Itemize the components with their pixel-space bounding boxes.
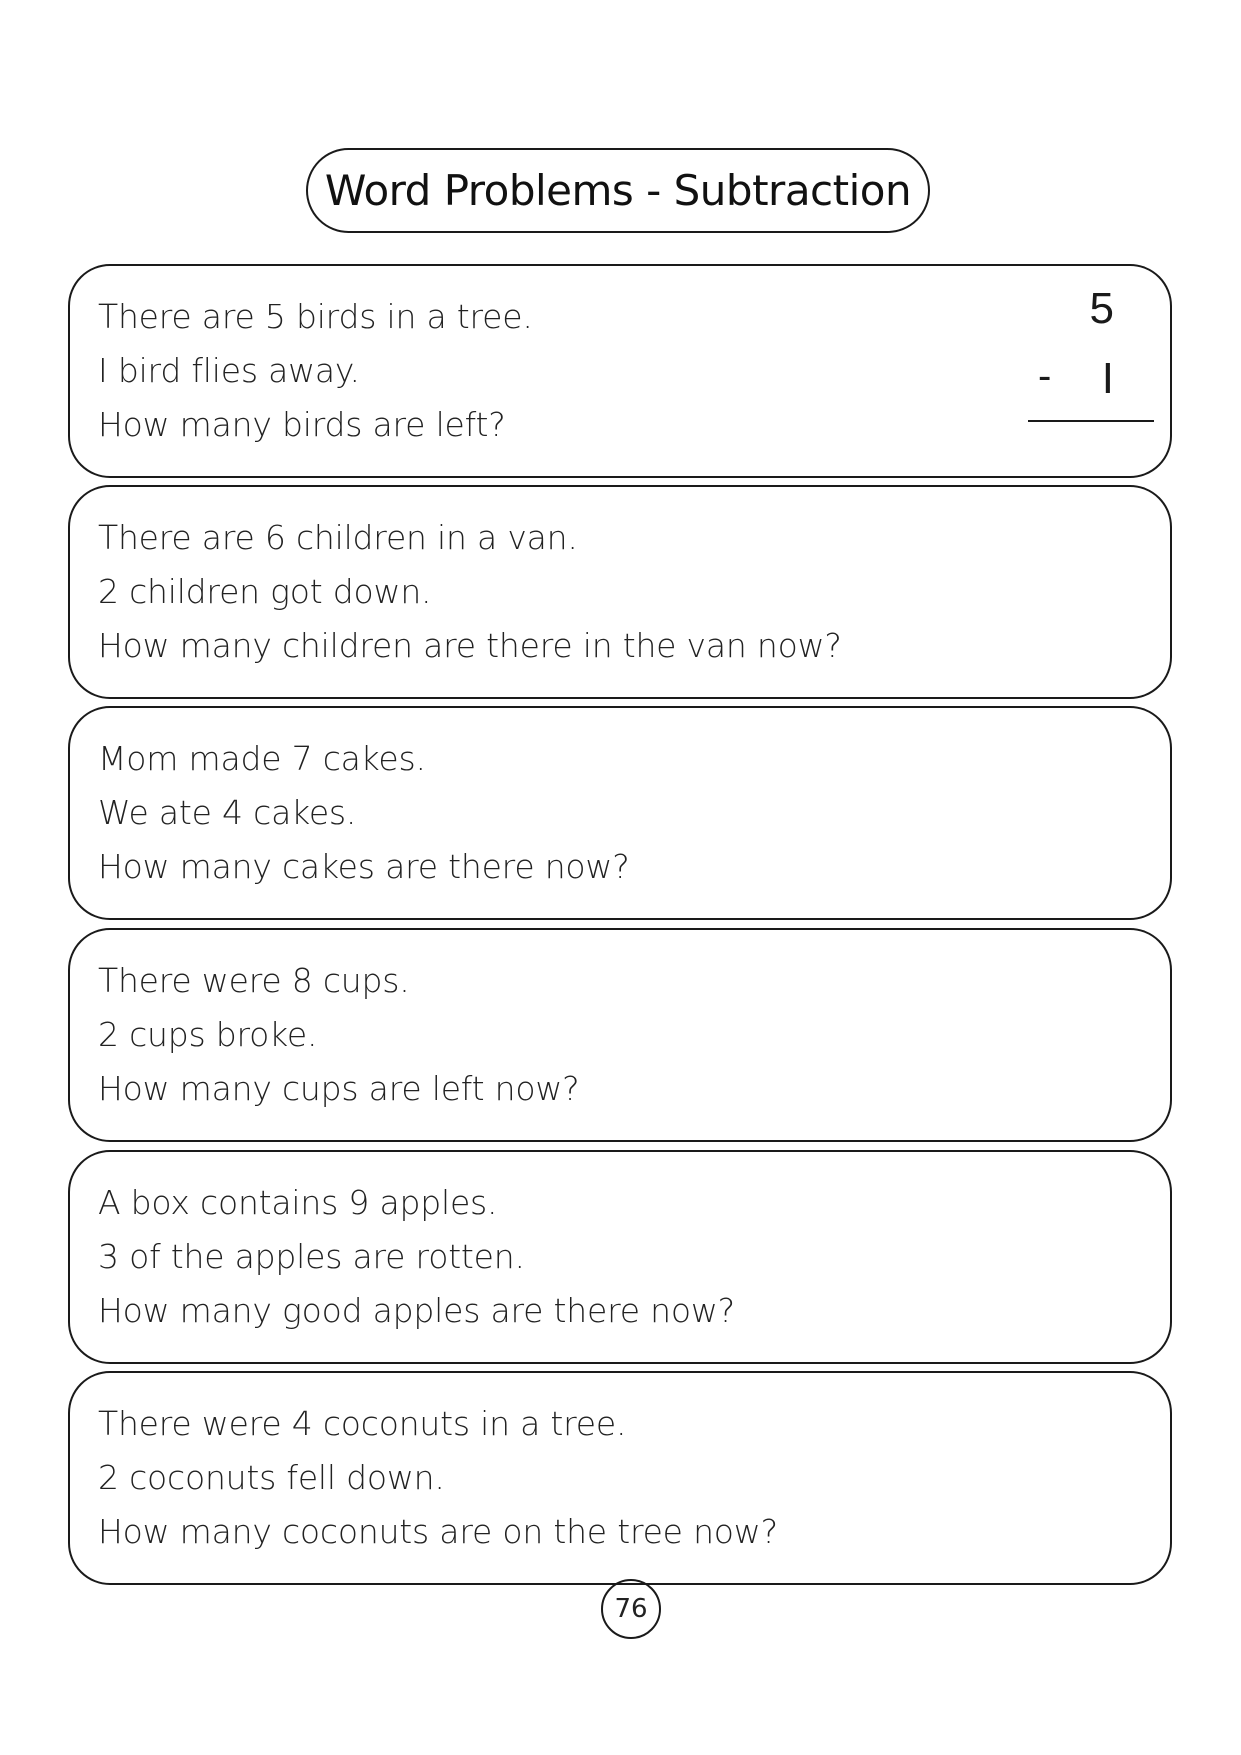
problem-question: How many coconuts are on the tree now? (98, 1512, 778, 1551)
problem-card-4: There were 8 cups. 2 cups broke. How man… (68, 928, 1172, 1142)
calc-minus-sign: - (1038, 354, 1052, 398)
problem-question: How many birds are left? (98, 405, 506, 444)
problem-question: How many children are there in the van n… (98, 626, 842, 665)
page-number: 76 (601, 1579, 661, 1639)
problem-line: 3 of the apples are rotten. (98, 1237, 525, 1276)
problem-line: 2 cups broke. (98, 1015, 318, 1054)
problem-line: I bird flies away. (98, 351, 360, 390)
problem-question: How many cakes are there now? (98, 847, 630, 886)
problem-question: How many good apples are there now? (98, 1291, 735, 1330)
calc-answer-line (1028, 420, 1154, 422)
problem-question: How many cups are left now? (98, 1069, 580, 1108)
example-calculation: 5 - I (1028, 284, 1154, 424)
problem-line: There are 6 children in a van. (98, 518, 578, 557)
problem-card-3: Mom made 7 cakes. We ate 4 cakes. How ma… (68, 706, 1172, 920)
problem-line: We ate 4 cakes. (98, 793, 357, 832)
problem-card-6: There were 4 coconuts in a tree. 2 cocon… (68, 1371, 1172, 1585)
problem-line: There are 5 birds in a tree. (98, 297, 533, 336)
problem-card-5: A box contains 9 apples. 3 of the apples… (68, 1150, 1172, 1364)
title-box: Word Problems - Subtraction (306, 148, 930, 233)
calc-top-number: 5 (1089, 284, 1114, 333)
problem-card-2: There are 6 children in a van. 2 childre… (68, 485, 1172, 699)
problem-line: Mom made 7 cakes. (98, 739, 426, 778)
problem-line: 2 coconuts fell down. (98, 1458, 445, 1497)
problem-card-1: There are 5 birds in a tree. I bird flie… (68, 264, 1172, 478)
problem-line: There were 8 cups. (98, 961, 410, 1000)
problem-line: A box contains 9 apples. (98, 1183, 498, 1222)
problem-line: There were 4 coconuts in a tree. (98, 1404, 627, 1443)
calc-bottom-number: I (1101, 354, 1114, 403)
problem-line: 2 children got down. (98, 572, 432, 611)
page-title: Word Problems - Subtraction (324, 166, 912, 215)
